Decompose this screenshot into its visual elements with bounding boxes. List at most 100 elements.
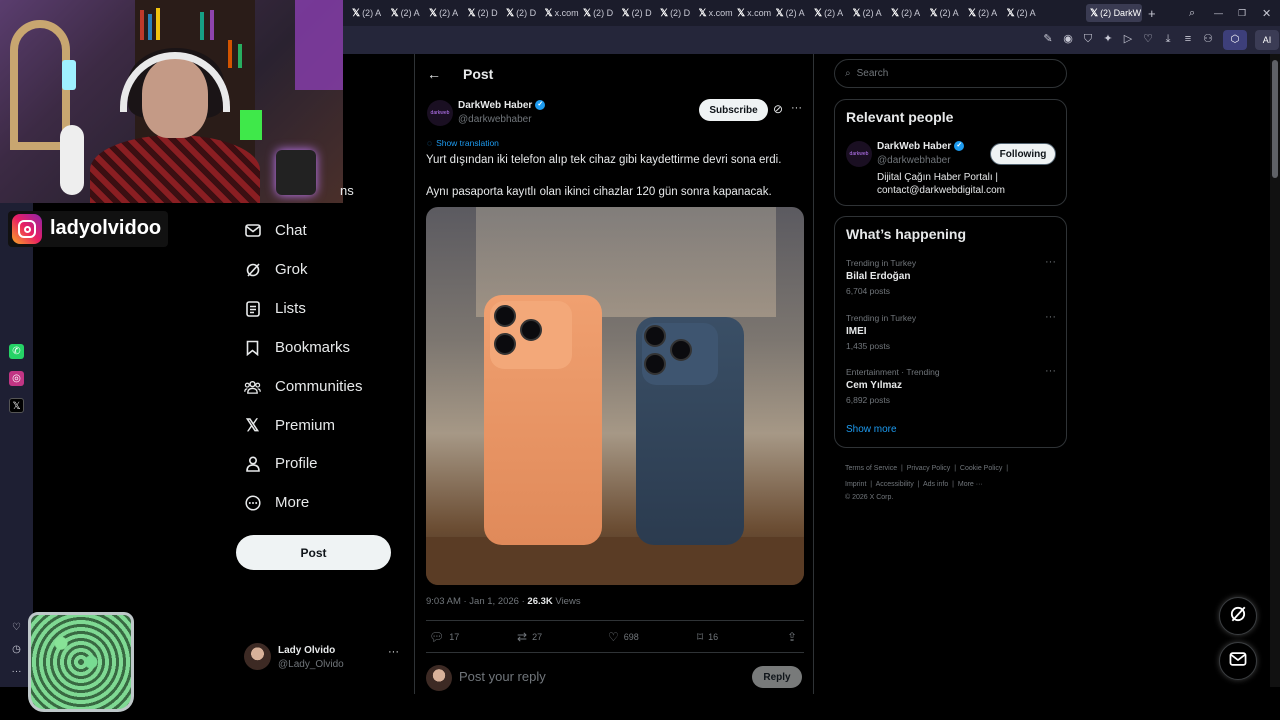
imprint-link[interactable]: Imprint bbox=[845, 481, 866, 488]
author-handle[interactable]: @darkwebhaber bbox=[458, 114, 532, 125]
scrollbar-thumb[interactable] bbox=[1272, 60, 1278, 178]
browser-tab[interactable]: 𝕏 (2) A bbox=[352, 4, 386, 22]
show-more-link[interactable]: Show more bbox=[846, 424, 897, 435]
browser-tab[interactable]: 𝕏 (2) A bbox=[930, 4, 964, 22]
like-action[interactable]: ♡ 698 bbox=[608, 630, 639, 644]
whatsapp-icon[interactable]: ✆ bbox=[9, 344, 24, 359]
show-translation-link[interactable]: ◌ Show translation bbox=[427, 138, 499, 148]
more-icon[interactable]: ··· bbox=[1045, 311, 1056, 323]
nav-premium[interactable]: 𝕏 Premium bbox=[244, 416, 335, 435]
author-name-row[interactable]: DarkWeb Haber ✓ bbox=[458, 100, 546, 111]
nav-bookmarks[interactable]: Bookmarks bbox=[244, 339, 350, 356]
account-switcher[interactable]: Lady Olvido @Lady_Olvido ··· bbox=[244, 643, 404, 673]
x-logo-icon: 𝕏 bbox=[390, 7, 399, 19]
trend-category: Entertainment · Trending bbox=[846, 367, 940, 377]
heart-icon[interactable]: ♡ bbox=[9, 620, 24, 635]
download-icon[interactable]: ⤓ bbox=[1161, 32, 1175, 46]
privacy-link[interactable]: Privacy Policy bbox=[907, 465, 951, 472]
bookmark-action[interactable]: ⌑ 16 bbox=[697, 630, 718, 644]
browser-tab[interactable]: 𝕏 (2) D bbox=[468, 4, 502, 22]
search-tabs-icon[interactable]: ⌕ bbox=[1189, 4, 1195, 22]
cube-icon[interactable]: ⬡ bbox=[1223, 30, 1247, 50]
terms-link[interactable]: Terms of Service bbox=[845, 465, 897, 472]
nav-label: More bbox=[275, 494, 310, 511]
reply-button[interactable]: Reply bbox=[752, 666, 802, 688]
nav-chat[interactable]: Chat bbox=[244, 222, 307, 239]
following-button[interactable]: Following bbox=[990, 143, 1056, 165]
grok-fab[interactable] bbox=[1219, 597, 1257, 635]
more-icon[interactable]: ··· bbox=[791, 102, 802, 114]
post-image[interactable] bbox=[426, 207, 804, 585]
repost-action[interactable]: ⇄ 27 bbox=[517, 630, 542, 644]
more-icon[interactable]: ··· bbox=[388, 646, 399, 658]
grok-icon bbox=[244, 261, 261, 278]
author-avatar[interactable]: darkweb bbox=[427, 100, 453, 126]
reply-count: 17 bbox=[449, 632, 460, 642]
trend-item[interactable]: Trending in Turkey Bilal Erdoğan 6,704 p… bbox=[846, 256, 1056, 296]
heart-icon[interactable]: ♡ bbox=[1141, 32, 1155, 46]
cookie-link[interactable]: Cookie Policy bbox=[960, 465, 1002, 472]
person-bio: Dijital Çağın Haber Portalı | contact@da… bbox=[877, 171, 1005, 197]
ai-button[interactable]: AI bbox=[1255, 30, 1279, 50]
more-icon[interactable]: ··· bbox=[1045, 365, 1056, 377]
browser-tab[interactable]: 𝕏 (2) D bbox=[506, 4, 540, 22]
edit-icon[interactable]: ✎ bbox=[1041, 32, 1055, 46]
person-name-row[interactable]: DarkWeb Haber ✓ bbox=[877, 141, 965, 152]
shield-icon[interactable]: ⛉ bbox=[1081, 32, 1095, 46]
back-arrow-icon[interactable]: ← bbox=[427, 66, 441, 82]
tab-active[interactable]: 𝕏 (2) DarkW bbox=[1086, 4, 1142, 22]
menu-icon[interactable]: ≡ bbox=[1181, 32, 1195, 46]
subscribe-button[interactable]: Subscribe bbox=[699, 99, 768, 121]
nav-lists[interactable]: Lists bbox=[244, 300, 306, 317]
accessibility-link[interactable]: Accessibility bbox=[876, 481, 914, 488]
share-action[interactable]: ⇪ bbox=[787, 630, 797, 644]
maximize-button[interactable]: ❐ bbox=[1238, 4, 1246, 22]
reply-input[interactable]: Post your reply bbox=[459, 669, 546, 684]
clock-icon[interactable]: ◷ bbox=[9, 642, 24, 657]
browser-tab[interactable]: 𝕏 (2) A bbox=[391, 4, 425, 22]
reply-action[interactable]: 💬︎ 17 bbox=[429, 630, 459, 644]
profile-icon[interactable]: ⚇ bbox=[1201, 32, 1215, 46]
browser-tab[interactable]: 𝕏 (2) D bbox=[583, 4, 617, 22]
trend-item[interactable]: Trending in Turkey IMEI 1,435 posts ··· bbox=[846, 311, 1056, 351]
extension-icon[interactable]: ✦ bbox=[1101, 32, 1115, 46]
new-tab-button[interactable]: + bbox=[1148, 4, 1156, 22]
more-icon[interactable]: ··· bbox=[1045, 256, 1056, 268]
browser-tab[interactable]: 𝕏 (2) A bbox=[429, 4, 463, 22]
browser-tab[interactable]: 𝕏 (2) A bbox=[891, 4, 925, 22]
grok-icon[interactable]: ⊘ bbox=[773, 102, 783, 116]
avatar[interactable]: darkweb bbox=[846, 141, 872, 167]
browser-tab[interactable]: 𝕏 (2) D bbox=[622, 4, 656, 22]
nav-grok[interactable]: Grok bbox=[244, 261, 308, 278]
browser-tab[interactable]: 𝕏x.com bbox=[545, 4, 579, 22]
nav-communities[interactable]: Communities bbox=[244, 378, 363, 395]
browser-tab[interactable]: 𝕏 (2) A bbox=[1007, 4, 1041, 22]
browser-tab[interactable]: 𝕏 (2) A bbox=[968, 4, 1002, 22]
nav-more[interactable]: More bbox=[244, 494, 309, 511]
browser-tab[interactable]: 𝕏x.com bbox=[737, 4, 771, 22]
post-button[interactable]: Post bbox=[236, 535, 391, 570]
ads-info-link[interactable]: Ads info bbox=[923, 481, 948, 488]
avatar bbox=[426, 665, 452, 691]
x-logo-icon[interactable]: 𝕏 bbox=[9, 398, 24, 413]
x-logo-icon: 𝕏 bbox=[968, 7, 977, 19]
search-input[interactable]: ⌕ Search bbox=[834, 59, 1067, 88]
browser-tab[interactable]: 𝕏 (2) A bbox=[853, 4, 887, 22]
nav-profile[interactable]: Profile bbox=[244, 455, 318, 472]
browser-tab[interactable]: 𝕏 (2) D bbox=[660, 4, 694, 22]
nav-label: Lists bbox=[275, 300, 306, 317]
tab-label: (2) A bbox=[901, 8, 921, 18]
play-icon[interactable]: ▷ bbox=[1121, 32, 1135, 46]
trend-item[interactable]: Entertainment · Trending Cem Yılmaz 6,89… bbox=[846, 365, 1056, 405]
browser-tab[interactable]: 𝕏x.com bbox=[699, 4, 733, 22]
more-icon[interactable]: ··· bbox=[9, 664, 24, 679]
minimize-button[interactable]: — bbox=[1214, 4, 1223, 22]
instagram-icon[interactable]: ◎ bbox=[9, 371, 24, 386]
camera-icon[interactable]: ◉ bbox=[1061, 32, 1075, 46]
more-link[interactable]: More ··· bbox=[958, 481, 983, 488]
tab-label: (2) A bbox=[400, 8, 420, 18]
browser-tab[interactable]: 𝕏 (2) A bbox=[814, 4, 848, 22]
close-window-button[interactable]: ✕ bbox=[1262, 4, 1271, 22]
browser-tab[interactable]: 𝕏 (2) A bbox=[776, 4, 810, 22]
messages-fab[interactable] bbox=[1219, 642, 1257, 680]
